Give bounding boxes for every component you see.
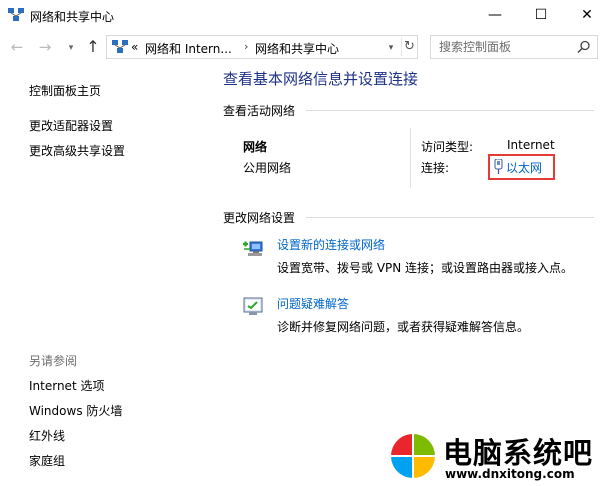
- section-divider: [306, 110, 594, 111]
- troubleshoot-icon: [243, 297, 263, 315]
- windows-logo-icon: [391, 434, 435, 478]
- network-center-icon: [8, 8, 24, 21]
- sidebar-item-internet-options[interactable]: Internet 选项: [29, 377, 104, 394]
- navigation-bar: ← → ▾ ↑ « 网络和 Intern... › 网络和共享中心 ▾ ↻: [0, 30, 610, 64]
- change-settings-header: 更改网络设置: [223, 211, 296, 225]
- sidebar-item-infrared[interactable]: 红外线: [29, 427, 65, 444]
- troubleshoot-link[interactable]: 问题疑难解答: [277, 295, 349, 312]
- see-also-header: 另请参阅: [29, 354, 78, 368]
- watermark-title: 电脑系统吧: [443, 436, 594, 470]
- minimize-button[interactable]: —: [472, 0, 518, 30]
- network-type: 公用网络: [243, 161, 292, 175]
- setup-new-connection-description: 设置宽带、拨号或 VPN 连接；或设置路由器或接入点。: [277, 261, 574, 275]
- breadcrumb-network-internet[interactable]: 网络和 Intern...: [145, 40, 232, 57]
- section-divider: [306, 217, 594, 218]
- address-dropdown-icon[interactable]: ▾: [383, 39, 399, 57]
- access-type-value: Internet: [507, 138, 555, 152]
- forward-arrow-icon[interactable]: →: [36, 38, 54, 56]
- new-connection-icon: [243, 241, 263, 256]
- network-info-divider: [410, 128, 411, 188]
- recent-locations-chevron-icon[interactable]: ▾: [62, 39, 80, 57]
- breadcrumb-separator[interactable]: ›: [244, 40, 248, 53]
- sidebar: 控制面板主页 更改适配器设置 更改高级共享设置 另请参阅 Internet 选项…: [0, 64, 210, 486]
- title-bar: 网络和共享中心 — ☐ ✕: [0, 0, 610, 30]
- troubleshoot-description: 诊断并修复网络问题，或者获得疑难解答信息。: [277, 320, 530, 334]
- sidebar-item-change-adapter-settings[interactable]: 更改适配器设置: [29, 117, 113, 134]
- main-content: 查看基本网络信息并设置连接 查看活动网络 网络 公用网络 访问类型: Inter…: [210, 64, 610, 486]
- sidebar-item-windows-firewall[interactable]: Windows 防火墙: [29, 402, 122, 419]
- ethernet-plug-icon[interactable]: [494, 159, 503, 174]
- watermark: 电脑系统吧 www.dnxitong.com: [387, 426, 610, 486]
- ethernet-connection-link[interactable]: 以太网: [506, 159, 542, 176]
- up-arrow-icon[interactable]: ↑: [84, 38, 102, 56]
- close-button[interactable]: ✕: [564, 0, 610, 30]
- watermark-url: www.dnxitong.com: [445, 467, 575, 481]
- window-title: 网络和共享中心: [30, 10, 115, 24]
- refresh-icon[interactable]: ↻: [401, 38, 417, 56]
- search-input[interactable]: [431, 36, 571, 58]
- back-arrow-icon[interactable]: ←: [8, 38, 26, 56]
- search-box[interactable]: [430, 35, 598, 59]
- breadcrumb-overflow[interactable]: «: [131, 40, 138, 54]
- access-type-label: 访问类型:: [421, 140, 474, 154]
- network-name: 网络: [243, 140, 268, 154]
- setup-new-connection-link[interactable]: 设置新的连接或网络: [277, 236, 385, 253]
- network-center-icon: [112, 40, 128, 53]
- breadcrumb-sharing-center[interactable]: 网络和共享中心: [255, 40, 339, 57]
- sidebar-item-control-panel-home[interactable]: 控制面板主页: [29, 82, 101, 99]
- maximize-button[interactable]: ☐: [518, 0, 564, 30]
- sidebar-item-homegroup[interactable]: 家庭组: [29, 452, 65, 469]
- active-networks-header: 查看活动网络: [223, 104, 296, 118]
- search-icon[interactable]: [577, 40, 591, 54]
- sidebar-item-change-advanced-sharing[interactable]: 更改高级共享设置: [29, 142, 125, 159]
- address-bar[interactable]: « 网络和 Intern... › 网络和共享中心 ▾ ↻: [106, 35, 418, 59]
- page-title: 查看基本网络信息并设置连接: [223, 70, 419, 88]
- connections-label: 连接:: [421, 161, 450, 175]
